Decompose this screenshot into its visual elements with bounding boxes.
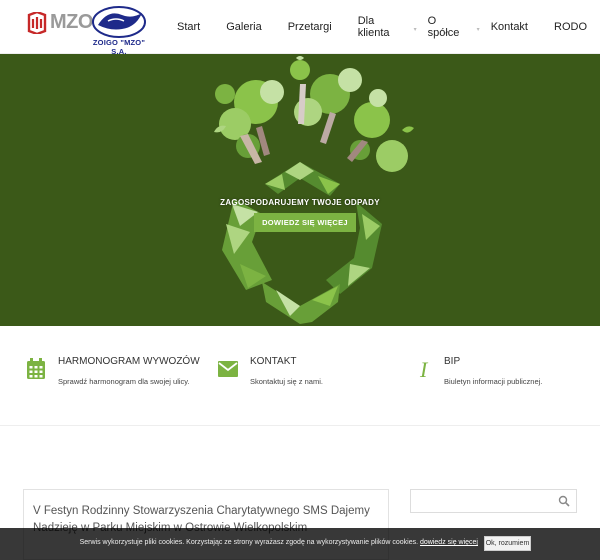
nav-item-galeria[interactable]: Galeria bbox=[213, 0, 274, 54]
feature-bip[interactable]: I BIP Biuletyn informacji publicznej. bbox=[412, 356, 600, 406]
cookie-accept-button[interactable]: Ok, rozumiem bbox=[484, 536, 531, 551]
nav-item-label: Przetargi bbox=[287, 21, 332, 33]
feature-title: BIP bbox=[444, 356, 461, 367]
nav-item-label: RODO bbox=[554, 21, 587, 33]
zoigo-logo-mark-icon bbox=[92, 6, 146, 38]
calendar-icon bbox=[27, 358, 45, 379]
nav-item-dla-klienta[interactable]: Dla klienta ▾ bbox=[345, 0, 417, 54]
features-row: HARMONOGRAM WYWOZÓW Sprawdź harmonogram … bbox=[0, 326, 600, 426]
cookie-message: Serwis wykorzystuje pliki cookies. Korzy… bbox=[79, 539, 419, 546]
learn-more-button[interactable]: DOWIEDZ SIĘ WIĘCEJ bbox=[254, 213, 356, 232]
recycle-arrow-bottom bbox=[262, 282, 340, 324]
feature-description: Skontaktuj się z nami. bbox=[250, 377, 323, 386]
nav-item-label: Start bbox=[177, 21, 201, 33]
cookie-notice: Serwis wykorzystuje pliki cookies. Korzy… bbox=[0, 539, 478, 546]
mzo-logo-mark-icon bbox=[27, 11, 47, 34]
svg-text:I: I bbox=[419, 358, 429, 380]
feature-harmonogram[interactable]: HARMONOGRAM WYWOZÓW Sprawdź harmonogram … bbox=[26, 356, 216, 406]
search-box[interactable] bbox=[410, 489, 577, 513]
nav-item-label: Kontakt bbox=[490, 21, 528, 33]
cookie-more-link[interactable]: dowiedz się więcej bbox=[420, 539, 478, 546]
hero-banner: ZAGOSPODARUJEMY TWOJE ODPADY DOWIEDZ SIĘ… bbox=[0, 54, 600, 326]
cookie-bar: Serwis wykorzystuje pliki cookies. Korzy… bbox=[0, 528, 600, 560]
nav-item-label: Galeria bbox=[226, 21, 262, 33]
nav-item-start[interactable]: Start bbox=[164, 0, 213, 54]
feature-description: Sprawdź harmonogram dla swojej ulicy. bbox=[58, 377, 190, 386]
feature-title: KONTAKT bbox=[250, 356, 297, 367]
tree-crown-right bbox=[350, 89, 408, 172]
info-icon: I bbox=[419, 358, 429, 380]
recycle-arrow-top bbox=[265, 162, 340, 196]
recycle-tree-illustration bbox=[214, 56, 414, 324]
feature-kontakt[interactable]: KONTAKT Skontaktuj się z nami. bbox=[218, 356, 408, 406]
hero-headline: ZAGOSPODARUJEMY TWOJE ODPADY bbox=[220, 198, 380, 207]
main-nav: Start Galeria Przetargi Dla klienta ▾ O spółc… bbox=[164, 0, 600, 54]
nav-item-label: Dla klienta bbox=[357, 15, 390, 39]
nav-item-kontakt[interactable]: Kontakt bbox=[478, 0, 541, 54]
site-header: MZO ZOIGO "MZO" S.A. Start Galeria Przetar… bbox=[0, 0, 600, 56]
nav-item-przetargi[interactable]: Przetargi bbox=[275, 0, 345, 54]
envelope-icon bbox=[218, 361, 238, 377]
feature-description: Biuletyn informacji publicznej. bbox=[444, 377, 543, 386]
zoigo-logo[interactable]: ZOIGO "MZO" S.A. bbox=[86, 5, 152, 56]
nav-item-rodo[interactable]: RODO bbox=[541, 0, 600, 54]
nav-item-label: O spółce bbox=[427, 15, 460, 39]
nav-item-o-spółce[interactable]: O spółce ▾ bbox=[415, 0, 480, 54]
feature-title: HARMONOGRAM WYWOZÓW bbox=[58, 356, 200, 367]
mzo-logo[interactable]: MZO bbox=[27, 11, 93, 34]
search-icon[interactable] bbox=[558, 495, 570, 507]
